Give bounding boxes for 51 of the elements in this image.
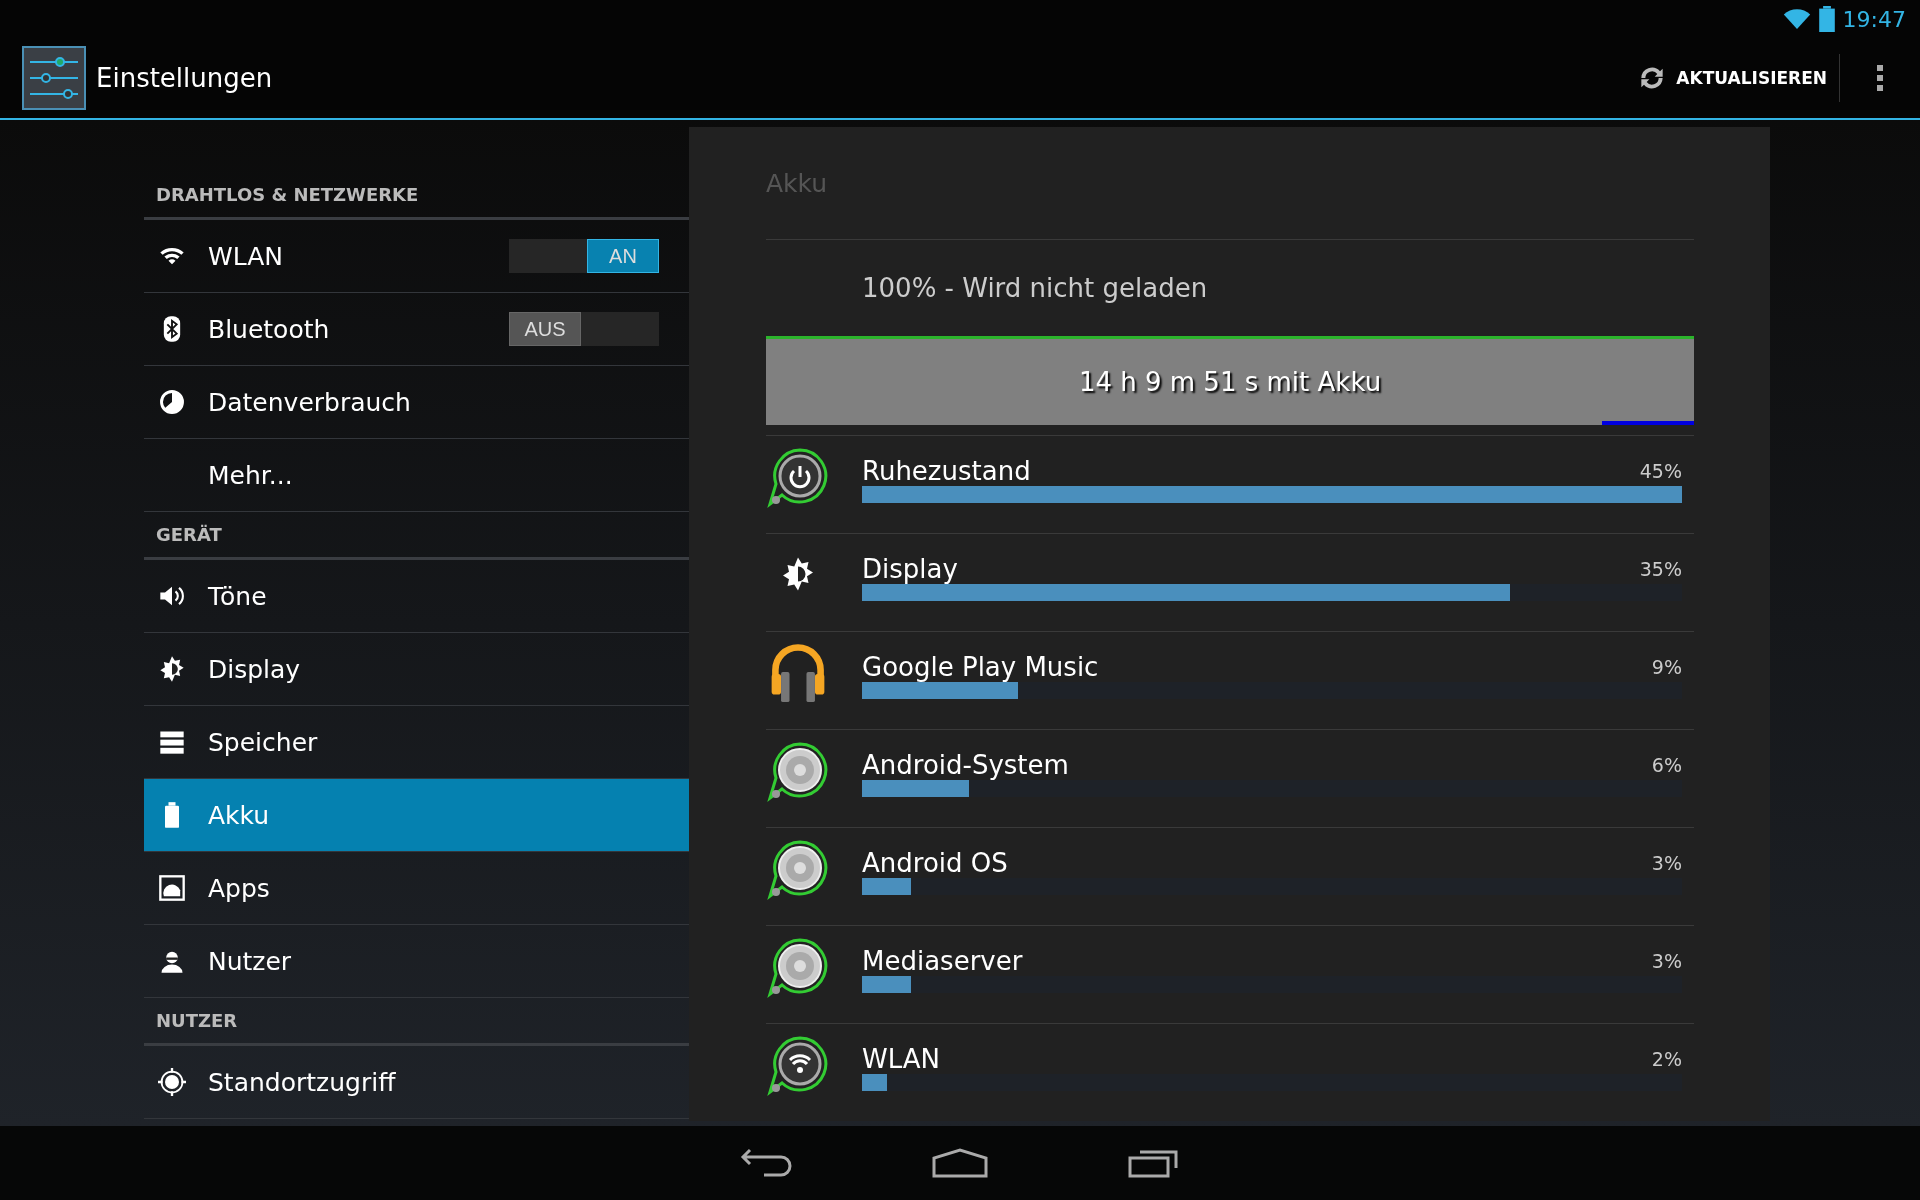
settings-item[interactable]: Standortzugriff	[144, 1046, 689, 1119]
overflow-dots-icon	[1875, 63, 1885, 93]
refresh-button[interactable]: AKTUALISIEREN	[1624, 48, 1839, 108]
usage-percent: 3%	[1651, 950, 1682, 974]
settings-item[interactable]: WLAN AN	[144, 220, 689, 293]
battery-graph: 14 h 9 m 51 s mit Akku	[766, 336, 1694, 425]
usage-percent: 9%	[1651, 656, 1682, 680]
usage-row[interactable]: Ruhezustand 45%	[766, 435, 1694, 533]
section-header: NUTZER	[144, 998, 689, 1046]
location-icon	[158, 1068, 186, 1096]
picture-icon	[158, 874, 186, 902]
pie-chart-icon	[158, 388, 186, 416]
sliders-icon[interactable]	[22, 46, 86, 110]
settings-item[interactable]: Akku	[144, 779, 689, 852]
section-header: DRAHTLOS & NETZWERKE	[144, 172, 689, 220]
usage-row[interactable]: Google Play Music 9%	[766, 631, 1694, 729]
settings-item[interactable]: Datenverbrauch	[144, 366, 689, 439]
clock-time: 19:47	[1842, 6, 1906, 32]
app-name: Google Play Music	[862, 652, 1100, 682]
usage-percent: 2%	[1651, 1048, 1682, 1072]
app-name: Android-System	[862, 750, 1070, 780]
app-name: Ruhezustand	[862, 456, 1032, 486]
usage-row[interactable]: Android OS 3%	[766, 827, 1694, 925]
battery-icon	[1818, 6, 1835, 32]
wifi-signal-icon	[1782, 8, 1811, 30]
usage-percent: 6%	[1651, 754, 1682, 778]
section-header: GERÄT	[144, 512, 689, 560]
app-name: WLAN	[862, 1044, 942, 1074]
usage-row[interactable]: Mediaserver 3%	[766, 925, 1694, 1023]
settings-item[interactable]: Töne	[144, 560, 689, 633]
usage-row[interactable]: WLAN 2%	[766, 1023, 1694, 1121]
home-icon	[932, 1148, 988, 1178]
back-arrow-icon	[740, 1148, 792, 1178]
app-title: Einstellungen	[96, 63, 274, 93]
app-name: Android OS	[862, 848, 1009, 878]
usage-row[interactable]: Display 35%	[766, 533, 1694, 631]
usage-percent: 45%	[1639, 460, 1682, 484]
usage-row[interactable]: Android-System 6%	[766, 729, 1694, 827]
battery-status: 100% - Wird nicht geladen	[861, 272, 1209, 305]
settings-item[interactable]: Apps	[144, 852, 689, 925]
usage-percent: 3%	[1651, 852, 1682, 876]
recent-apps-icon	[1128, 1148, 1180, 1178]
brightness-icon	[780, 556, 816, 592]
settings-item[interactable]: Display	[144, 633, 689, 706]
app-name: Display	[862, 554, 959, 584]
brightness-icon	[158, 655, 186, 683]
settings-item[interactable]: Nutzer	[144, 925, 689, 998]
app-name: Mediaserver	[862, 946, 1024, 976]
settings-item[interactable]: Bluetooth AUS	[144, 293, 689, 366]
usage-percent: 35%	[1639, 558, 1682, 582]
toggle-switch[interactable]: AUS	[509, 312, 659, 346]
